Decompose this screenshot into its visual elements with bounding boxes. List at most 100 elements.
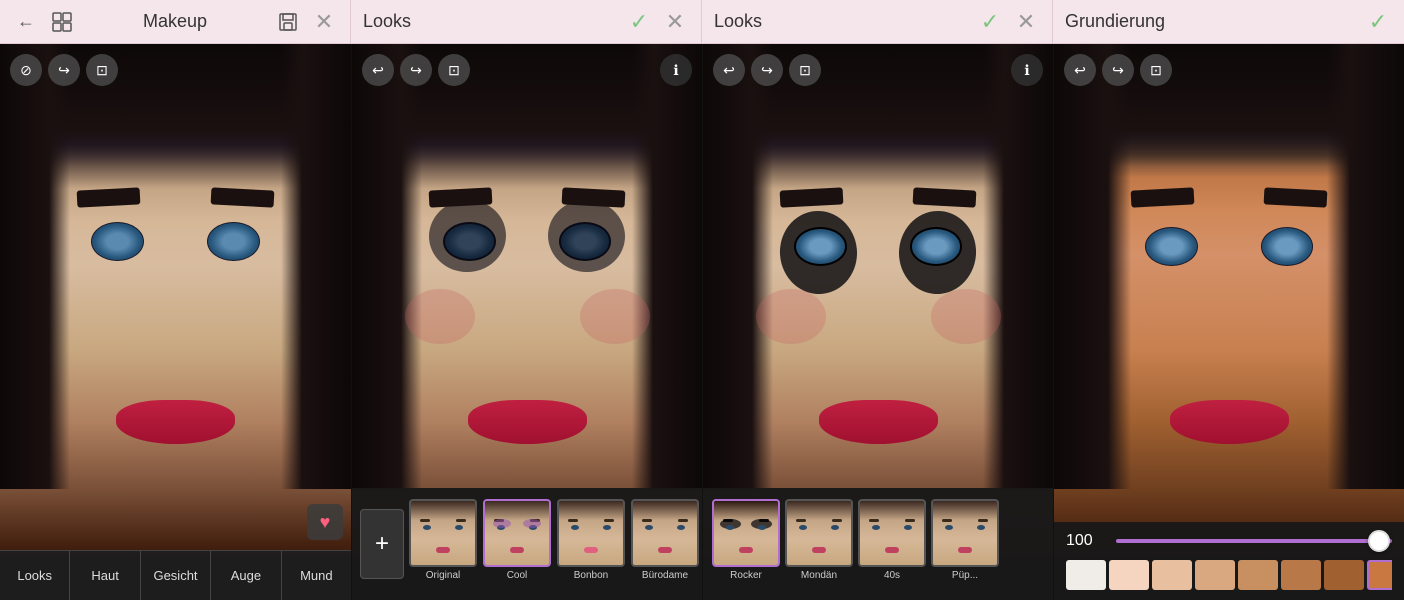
crop-icon-2[interactable]: ⊡ xyxy=(438,54,470,86)
eye-right-3 xyxy=(910,227,963,266)
t-eye-r-pup xyxy=(977,525,985,530)
add-look-button[interactable]: + xyxy=(360,509,404,579)
close-button-3[interactable]: ✕ xyxy=(1012,8,1040,36)
redo-icon-4[interactable]: ↪ xyxy=(1102,54,1134,86)
color-swatch-4[interactable] xyxy=(1238,560,1278,590)
crop-icon-1[interactable]: ⊡ xyxy=(86,54,118,86)
hair-right-4 xyxy=(1327,44,1404,489)
back-button[interactable]: ← xyxy=(12,8,40,36)
color-swatch-3[interactable] xyxy=(1195,560,1235,590)
t-eye-l-orig xyxy=(423,525,431,530)
t-eyebrow-r-mondan xyxy=(832,519,842,522)
look-label-buerodame: Bürodame xyxy=(642,570,688,581)
look-thumb-img-cool xyxy=(483,499,551,567)
eyeshadow-right-2 xyxy=(545,196,628,275)
opacity-slider-row: 100 xyxy=(1066,532,1392,550)
panel-grundierung: ↩ ↪ ⊡ 100 xyxy=(1053,44,1404,600)
lips-4 xyxy=(1170,400,1289,444)
t-eye-l-mondan xyxy=(799,525,807,530)
t-eyebrow-r-orig xyxy=(456,519,466,522)
looks-thumbnails-row: + Original xyxy=(352,488,702,600)
look-thumb-img-buerodame xyxy=(631,499,699,567)
close-button-1[interactable]: ✕ xyxy=(310,8,338,36)
opacity-slider-track[interactable] xyxy=(1116,539,1392,543)
t-shadow-r-cool xyxy=(523,519,541,528)
look-thumb-cool[interactable]: Cool xyxy=(482,499,552,589)
confirm-button-4[interactable]: ✓ xyxy=(1364,8,1392,36)
look-label-40s: 40s xyxy=(884,570,900,581)
tab-looks[interactable]: Looks xyxy=(0,551,70,600)
t-lip-mondan xyxy=(812,547,826,553)
look-label-mondan: Mondän xyxy=(801,570,837,581)
look-thumb-original[interactable]: Original xyxy=(408,499,478,589)
eye-left-1 xyxy=(91,222,144,261)
look-face-pup xyxy=(933,501,997,565)
look-thumb-bonbon[interactable]: Bonbon xyxy=(556,499,626,589)
crop-icon-3[interactable]: ⊡ xyxy=(789,54,821,86)
look-thumb-rocker[interactable]: Rocker xyxy=(711,499,781,589)
color-swatch-white[interactable] xyxy=(1066,560,1106,590)
undo-icon-4[interactable]: ↩ xyxy=(1064,54,1096,86)
info-icon-3[interactable]: ℹ xyxy=(1011,54,1043,86)
t-eye-r-orig xyxy=(455,525,463,530)
panel4-icons: ↩ ↪ ⊡ xyxy=(1064,54,1172,86)
t-eye-l-rocker xyxy=(726,525,734,530)
t-eye-r-rocker xyxy=(758,525,766,530)
color-swatch-7-selected[interactable] xyxy=(1367,560,1392,590)
t-lip-orig xyxy=(436,547,450,553)
look-label-bonbon: Bonbon xyxy=(574,570,608,581)
eyebrow-right-1 xyxy=(210,187,274,207)
grid-icon[interactable] xyxy=(48,8,76,36)
look-thumb-mondan[interactable]: Mondän xyxy=(784,499,854,589)
look-thumb-40s[interactable]: 40s xyxy=(857,499,927,589)
confirm-button-3[interactable]: ✓ xyxy=(976,8,1004,36)
favorites-icon[interactable]: ♥ xyxy=(307,504,343,540)
hair-left-3 xyxy=(703,44,773,489)
color-swatch-2[interactable] xyxy=(1152,560,1192,590)
looks-thumbnails-row-2: Rocker Mondän xyxy=(703,488,1053,600)
look-label-cool: Cool xyxy=(507,570,528,581)
eyebrow-left-2 xyxy=(429,187,493,207)
t-lip-rocker xyxy=(739,547,753,553)
t-eye-r-40s xyxy=(904,525,912,530)
main-content: ⊘ ↪ ⊡ ♥ Looks Haut Gesicht Auge Mund xyxy=(0,44,1404,600)
t-lip-cool xyxy=(510,547,524,553)
opacity-slider-thumb[interactable] xyxy=(1368,530,1390,552)
tab-haut[interactable]: Haut xyxy=(70,551,140,600)
eyebrow-right-3 xyxy=(913,187,977,207)
eye-left-3 xyxy=(794,227,847,266)
undo-icon-1[interactable]: ⊘ xyxy=(10,54,42,86)
header-right-icons-1: ✕ xyxy=(274,8,338,36)
redo-icon-2[interactable]: ↪ xyxy=(400,54,432,86)
redo-icon-3[interactable]: ↪ xyxy=(751,54,783,86)
section1-title: Makeup xyxy=(143,11,207,32)
lips-3 xyxy=(819,400,938,444)
color-swatch-6[interactable] xyxy=(1324,560,1364,590)
undo-icon-3[interactable]: ↩ xyxy=(713,54,745,86)
color-swatch-5[interactable] xyxy=(1281,560,1321,590)
look-face-40s xyxy=(860,501,924,565)
header-right-icons-3: ✓ ✕ xyxy=(976,8,1040,36)
close-button-2[interactable]: ✕ xyxy=(661,8,689,36)
look-thumb-pup[interactable]: Püp... xyxy=(930,499,1000,589)
eyebrow-right-4 xyxy=(1264,187,1328,207)
t-eye-l-40s xyxy=(872,525,880,530)
undo-icon-2[interactable]: ↩ xyxy=(362,54,394,86)
t-lip-buro xyxy=(658,547,672,553)
look-face-original xyxy=(411,501,475,565)
t-eyebrow-r-buro xyxy=(678,519,688,522)
eyebrow-right-2 xyxy=(562,187,626,207)
redo-icon-1[interactable]: ↪ xyxy=(48,54,80,86)
tab-gesicht[interactable]: Gesicht xyxy=(141,551,211,600)
look-thumb-buerodame[interactable]: Bürodame xyxy=(630,499,700,589)
tab-mund[interactable]: Mund xyxy=(282,551,351,600)
t-eye-l-buro xyxy=(645,525,653,530)
tab-auge[interactable]: Auge xyxy=(211,551,281,600)
blush-right-3 xyxy=(931,289,1001,345)
save-icon[interactable] xyxy=(274,8,302,36)
crop-icon-4[interactable]: ⊡ xyxy=(1140,54,1172,86)
color-swatch-1[interactable] xyxy=(1109,560,1149,590)
info-icon-2[interactable]: ℹ xyxy=(660,54,692,86)
confirm-button-2[interactable]: ✓ xyxy=(625,8,653,36)
t-eye-l-pup xyxy=(945,525,953,530)
